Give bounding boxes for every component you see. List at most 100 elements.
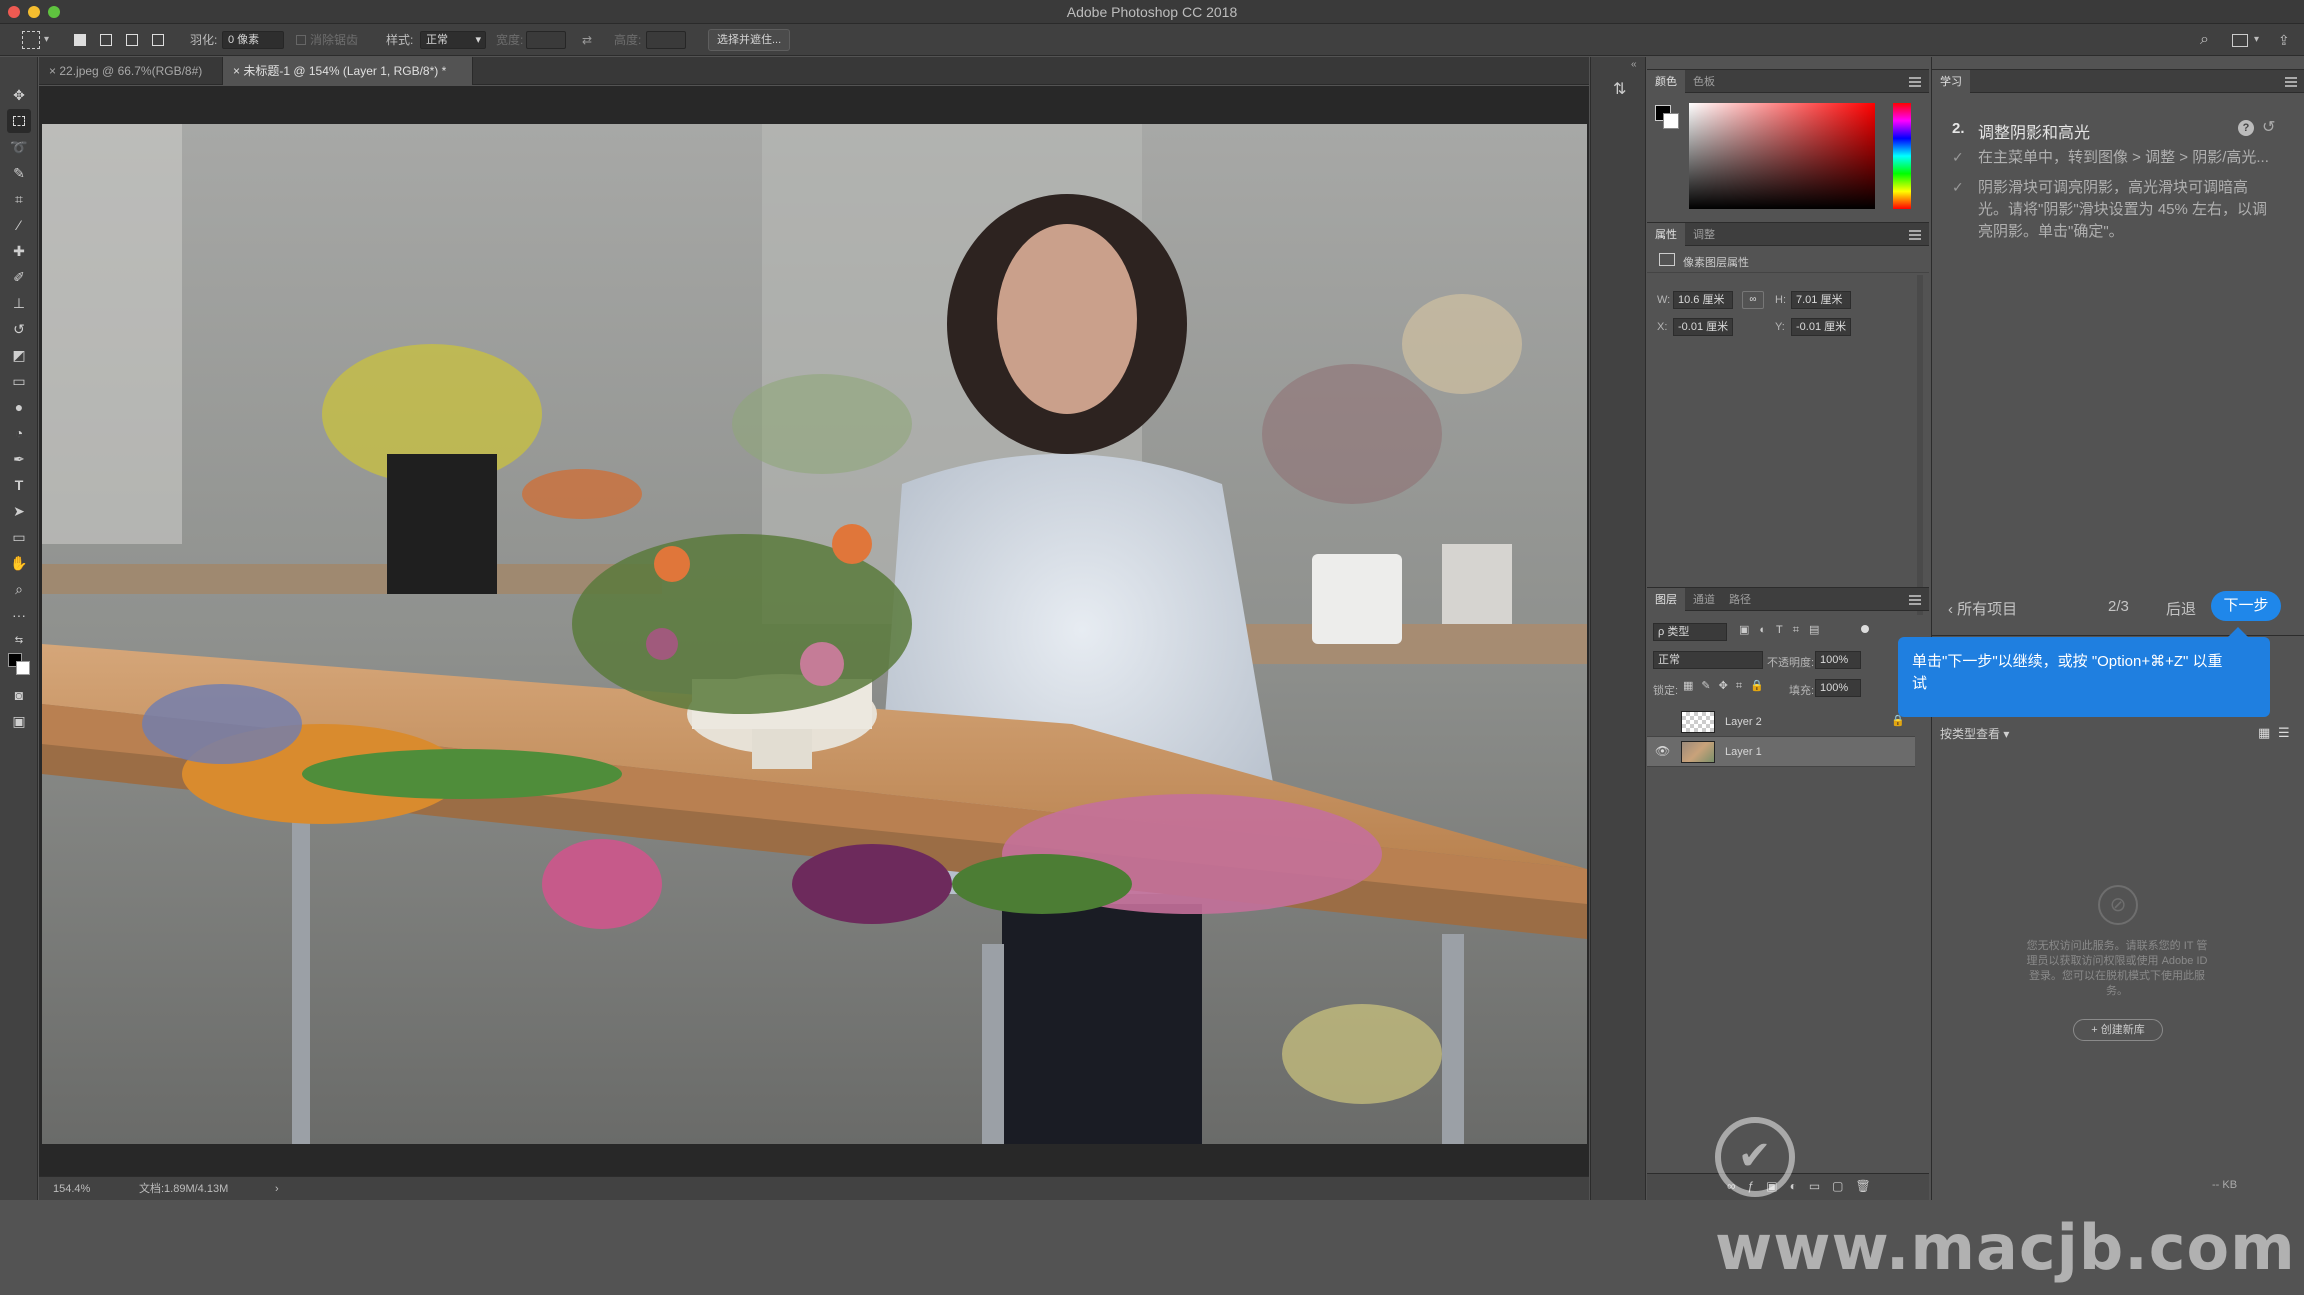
clone-stamp-tool-icon[interactable]: ⊥ (7, 291, 31, 315)
antialias-checkbox[interactable] (296, 35, 306, 45)
width-field[interactable]: 10.6 厘米 (1673, 291, 1733, 309)
options-bar: ▾ 羽化: 0 像素 消除锯齿 样式: 正常 ▾ 宽度: ⇄ 高度: 选择并遮住.… (0, 24, 2304, 56)
grid-view-icon[interactable]: ▦ (2258, 725, 2270, 741)
style-select[interactable]: 正常 ▾ (420, 31, 486, 49)
intersect-selection-icon[interactable] (152, 34, 164, 46)
swap-icon[interactable]: ⇄ (582, 24, 592, 56)
feather-label: 羽化: (190, 33, 218, 47)
width-input[interactable] (526, 31, 566, 49)
y-field[interactable]: -0.01 厘米 (1791, 318, 1851, 336)
add-selection-icon[interactable] (100, 34, 112, 46)
zoom-tool-icon[interactable]: ⌕ (7, 577, 31, 601)
fill-label: 填充: (1789, 685, 1815, 697)
feather-input[interactable]: 0 像素 (222, 31, 284, 49)
share-icon[interactable]: ⇪ (2278, 24, 2290, 56)
background-color-swatch[interactable] (1663, 113, 1679, 129)
tab-channels[interactable]: 通道 (1685, 588, 1723, 612)
tab-document-2[interactable]: × 未标题-1 @ 154% (Layer 1, RGB/8*) * (223, 57, 473, 85)
more-tools-icon[interactable]: ··· (7, 603, 31, 627)
reset-icon[interactable]: ↺ (2262, 117, 2275, 137)
select-and-mask-button[interactable]: 选择并遮住... (708, 29, 791, 51)
create-library-button[interactable]: + 创建新库 (2073, 1019, 2163, 1041)
subtract-selection-icon[interactable] (126, 34, 138, 46)
background-color-swatch[interactable] (16, 661, 30, 675)
tab-color[interactable]: 颜色 (1647, 70, 1685, 94)
tab-properties[interactable]: 属性 (1647, 223, 1685, 247)
blur-tool-icon[interactable]: ● (7, 395, 31, 419)
status-arrow[interactable]: › (275, 1177, 279, 1201)
opacity-field[interactable]: 100% (1815, 651, 1861, 669)
zoom-window-button[interactable] (48, 6, 60, 18)
hue-slider[interactable] (1893, 103, 1911, 209)
pen-tool-icon[interactable]: ✒ (7, 447, 31, 471)
healing-brush-tool-icon[interactable]: ✚ (7, 239, 31, 263)
history-panel-icon[interactable]: ⇅ (1613, 79, 1626, 99)
panel-menu-icon[interactable] (1909, 77, 1921, 87)
lock-icons[interactable]: ▦✎✥⌗🔒 (1683, 679, 1772, 693)
crop-tool-icon[interactable]: ⌗ (7, 187, 31, 211)
tab-document-1[interactable]: × 22.jpeg @ 66.7%(RGB/8#) (39, 57, 223, 85)
next-button[interactable]: 下一步 (2211, 591, 2281, 621)
collapse-icon[interactable]: « (1631, 59, 1637, 70)
panel-menu-icon[interactable] (1909, 230, 1921, 240)
close-window-button[interactable] (8, 6, 20, 18)
zoom-level[interactable]: 154.4% (53, 1177, 90, 1201)
dodge-tool-icon[interactable]: ◔ (7, 421, 31, 445)
x-field[interactable]: -0.01 厘米 (1673, 318, 1733, 336)
help-icon[interactable]: ? (2238, 120, 2254, 136)
default-colors-icon[interactable]: ⇆ (7, 629, 31, 653)
hand-tool-icon[interactable]: ✋ (7, 551, 31, 575)
marquee-preset-icon[interactable] (22, 31, 40, 49)
all-items-link[interactable]: ‹ 所有项目 (1948, 598, 2017, 619)
layer-row-layer-1[interactable]: 👁 Layer 1 (1647, 737, 1915, 767)
lasso-tool-icon[interactable]: ➰ (7, 135, 31, 159)
tab-swatches[interactable]: 色板 (1685, 70, 1723, 94)
tab-learn[interactable]: 学习 (1932, 70, 1970, 94)
fill-field[interactable]: 100% (1815, 679, 1861, 697)
search-icon[interactable]: ⌕ (2200, 24, 2209, 56)
step-number: 2. (1952, 120, 1965, 137)
visibility-icon[interactable]: 👁 (1655, 744, 1670, 758)
height-field[interactable]: 7.01 厘米 (1791, 291, 1851, 309)
back-button[interactable]: 后退 (2166, 598, 2196, 619)
height-input[interactable] (646, 31, 686, 49)
color-field[interactable] (1689, 103, 1875, 209)
tab-paths[interactable]: 路径 (1721, 588, 1759, 612)
brush-tool-icon[interactable]: ✐ (7, 265, 31, 289)
view-by-select[interactable]: 按类型查看 ▾ (1940, 725, 2009, 742)
move-tool-icon[interactable]: ✥ (7, 83, 31, 107)
type-tool-icon[interactable]: T (7, 473, 31, 497)
layer-filter-icons[interactable]: ▣◐T⌗▤ (1739, 623, 1829, 637)
tab-adjustments[interactable]: 调整 (1685, 223, 1723, 247)
history-brush-tool-icon[interactable]: ↺ (7, 317, 31, 341)
quick-mask-icon[interactable]: ◙ (7, 683, 31, 707)
gradient-tool-icon[interactable]: ▭ (7, 369, 31, 393)
eyedropper-tool-icon[interactable]: ⁄ (7, 213, 31, 237)
close-icon[interactable]: × (49, 64, 59, 78)
workspace-icon[interactable] (2232, 34, 2248, 47)
canvas-area[interactable] (39, 86, 1589, 1176)
chevron-down-icon[interactable]: ▾ (2254, 24, 2259, 56)
quick-select-tool-icon[interactable]: ✎ (7, 161, 31, 185)
tab-layers[interactable]: 图层 (1647, 588, 1685, 612)
chevron-down-icon[interactable]: ▾ (44, 24, 49, 56)
path-select-tool-icon[interactable]: ➤ (7, 499, 31, 523)
close-icon[interactable]: × (233, 64, 243, 78)
document-photo[interactable] (42, 124, 1587, 1144)
visibility-icon[interactable] (1655, 715, 1669, 727)
panel-menu-icon[interactable] (1909, 595, 1921, 605)
eraser-tool-icon[interactable]: ◩ (7, 343, 31, 367)
link-icon[interactable]: ∞ (1742, 291, 1764, 309)
properties-scrollbar[interactable] (1917, 275, 1923, 615)
screen-mode-icon[interactable]: ▣ (7, 709, 31, 733)
layer-row-layer-2[interactable]: Layer 2 🔒 (1647, 707, 1915, 737)
blend-mode-select[interactable]: 正常 (1653, 651, 1763, 669)
panel-menu-icon[interactable] (2285, 77, 2297, 87)
shape-tool-icon[interactable]: ▭ (7, 525, 31, 549)
filter-toggle-icon[interactable] (1861, 625, 1869, 633)
list-view-icon[interactable]: ☰ (2278, 725, 2290, 741)
marquee-tool-icon[interactable] (7, 109, 31, 133)
new-selection-icon[interactable] (74, 34, 86, 46)
layer-filter-select[interactable]: ρ 类型 (1653, 623, 1727, 641)
minimize-window-button[interactable] (28, 6, 40, 18)
